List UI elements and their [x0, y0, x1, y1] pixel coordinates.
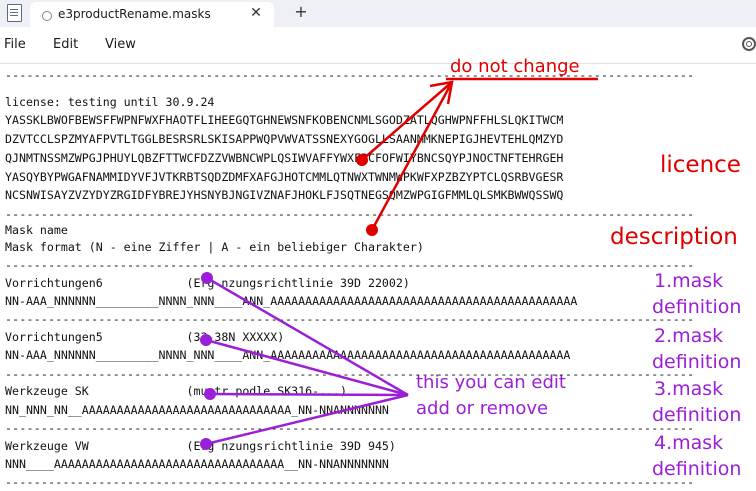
red-dot-licence	[356, 154, 368, 166]
purple-dot-mask1	[201, 272, 213, 284]
purple-dot-mask3	[204, 388, 216, 400]
red-dot-description	[366, 224, 378, 236]
annotation-do-not-change: do not change	[450, 56, 580, 77]
purple-arrow-mask1	[206, 276, 409, 397]
annotation-description: description	[610, 224, 738, 250]
purple-dot-mask2	[200, 334, 212, 346]
annotation-edit-note: this you can edit	[416, 372, 566, 393]
annotation-mask3: 3.mask	[654, 378, 724, 400]
annotation-add-remove: add or remove	[416, 398, 549, 419]
red-arrow-description	[370, 81, 454, 231]
purple-arrow-mask4	[205, 393, 409, 446]
purple-arrow-mask2	[205, 338, 409, 397]
annotation-mask4: 4.mask	[654, 432, 724, 454]
red-arrow-licence	[361, 81, 453, 161]
annotation-mask2: 2.mask	[654, 325, 724, 347]
purple-arrow-mask3	[209, 392, 409, 397]
annotation-mask1-definition: definition	[652, 296, 742, 318]
annotation-licence: licence	[660, 152, 741, 178]
annotation-mask1: 1.mask	[654, 270, 724, 292]
annotation-mask3-definition: definition	[652, 404, 742, 426]
purple-dot-mask4	[200, 438, 212, 450]
annotation-mask4-definition: definition	[652, 458, 742, 480]
annotation-mask2-definition: definition	[652, 351, 742, 373]
